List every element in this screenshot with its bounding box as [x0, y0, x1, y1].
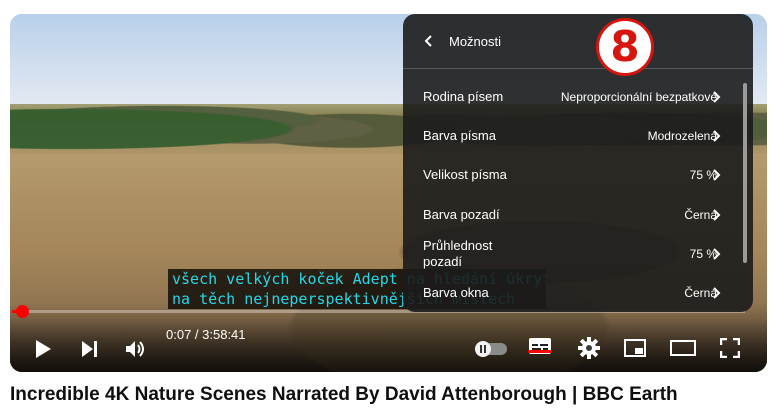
menu-item-label: Barva okna: [423, 285, 489, 301]
progress-scrubber[interactable]: [16, 305, 29, 318]
autoplay-toggle-icon: [475, 341, 507, 357]
menu-item-font-size[interactable]: Velikost písma 75 %: [403, 156, 753, 195]
menu-list: Rodina písem Neproporcionální bezpatkové…: [403, 69, 753, 312]
miniplayer-icon: [624, 339, 646, 357]
chevron-right-icon: [713, 248, 721, 260]
subtitles-button[interactable]: [527, 334, 553, 358]
menu-item-background-opacity[interactable]: Průhlednost pozadí 75 %: [403, 234, 753, 273]
back-button[interactable]: [419, 31, 439, 51]
theater-mode-button[interactable]: [669, 337, 697, 359]
menu-item-label: Barva písma: [423, 127, 496, 143]
theater-icon: [670, 340, 696, 356]
step-number-badge: 8: [596, 18, 654, 76]
chevron-right-icon: [713, 208, 721, 221]
settings-icon: [578, 337, 600, 359]
miniplayer-button[interactable]: [622, 336, 648, 360]
menu-item-window-color[interactable]: Barva okna Černá: [403, 273, 753, 312]
menu-item-label: Průhlednost pozadí: [423, 237, 493, 269]
menu-item-label: Barva pozadí: [423, 206, 500, 222]
video-title: Incredible 4K Nature Scenes Narrated By …: [10, 384, 678, 405]
subtitles-active-indicator: [528, 350, 552, 353]
play-icon: [36, 340, 51, 358]
menu-item-value: Modrozelená: [647, 128, 717, 143]
mute-button[interactable]: [123, 336, 149, 362]
menu-title: Možnosti: [449, 33, 502, 49]
menu-item-font-color[interactable]: Barva písma Modrozelená: [403, 116, 753, 155]
chevron-right-icon: [713, 287, 721, 299]
back-chevron-icon: [424, 35, 432, 47]
menu-item-font-family[interactable]: Rodina písem Neproporcionální bezpatkové: [403, 77, 753, 116]
next-icon: [82, 341, 97, 357]
play-button[interactable]: [30, 336, 56, 362]
chevron-right-icon: [713, 130, 721, 142]
settings-button[interactable]: [576, 335, 602, 361]
menu-item-label: Rodina písem: [423, 88, 504, 104]
menu-item-background-color[interactable]: Barva pozadí Černá: [403, 195, 753, 234]
autoplay-toggle[interactable]: [474, 337, 508, 361]
fullscreen-button[interactable]: [717, 336, 743, 360]
chevron-right-icon: [713, 90, 721, 103]
volume-icon: [126, 341, 144, 357]
next-button[interactable]: [77, 336, 103, 362]
settings-menu: Možnosti Rodina písem Neproporcionální b…: [403, 14, 753, 312]
menu-item-label: Velikost písma: [423, 167, 507, 183]
menu-item-value: Neproporcionální bezpatkové: [560, 89, 717, 104]
fullscreen-icon: [720, 338, 740, 358]
chevron-right-icon: [713, 169, 721, 181]
menu-header: Možnosti: [403, 14, 753, 69]
time-display: 0:07 / 3:58:41: [166, 327, 246, 342]
